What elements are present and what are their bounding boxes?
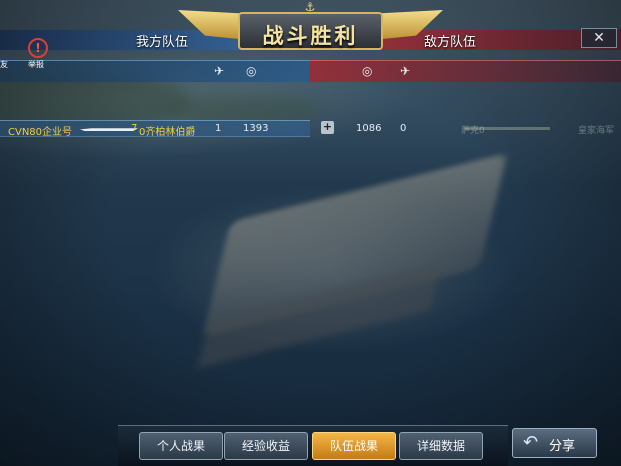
ship-level: 7	[131, 123, 138, 134]
table-row: CVN80企业号 7 0齐柏林伯爵 1 1393 + 1086 0 萨克0 皇家…	[0, 120, 621, 138]
enemy-kill-count: 0	[400, 123, 407, 134]
enemy-score: 1086	[356, 123, 382, 134]
friend-label: 友	[0, 60, 8, 69]
tab-personal-results[interactable]: 个人战果	[139, 432, 223, 460]
report-icon: !	[28, 38, 48, 58]
add-friend-button[interactable]: +	[321, 121, 334, 134]
tab-detailed-data[interactable]: 详细数据	[399, 432, 483, 460]
ship-name: CVN80企业号	[8, 127, 73, 138]
close-button[interactable]: ✕	[581, 28, 617, 48]
target-icon: ◎	[362, 64, 373, 78]
friend-button[interactable]: 友	[0, 38, 16, 70]
share-label: 分享	[549, 439, 576, 454]
share-button[interactable]: ↶ 分享	[512, 428, 597, 458]
enemy-ship-silhouette-icon	[464, 127, 550, 130]
tab-team-results[interactable]: 队伍战果	[312, 432, 396, 460]
share-arrow-icon: ↶	[523, 432, 539, 453]
plane-icon: ✈	[400, 64, 411, 78]
target-icon: ◎	[246, 64, 257, 78]
team-subbar: ✈ ◎ ◎ ✈	[0, 60, 621, 82]
player-score: 1393	[243, 123, 269, 134]
report-button[interactable]: ! 举报	[22, 38, 54, 70]
victory-emblem: ⚓ 战斗胜利	[178, 0, 443, 60]
player-name: 0齐柏林伯爵	[139, 127, 196, 138]
enemy-faction: 皇家海军	[578, 126, 615, 136]
report-label: 举报	[28, 60, 44, 69]
page-title: 战斗胜利	[262, 24, 359, 48]
tab-exp-gains[interactable]: 经验收益	[224, 432, 308, 460]
plane-icon: ✈	[214, 64, 225, 78]
kill-count: 1	[215, 123, 222, 134]
